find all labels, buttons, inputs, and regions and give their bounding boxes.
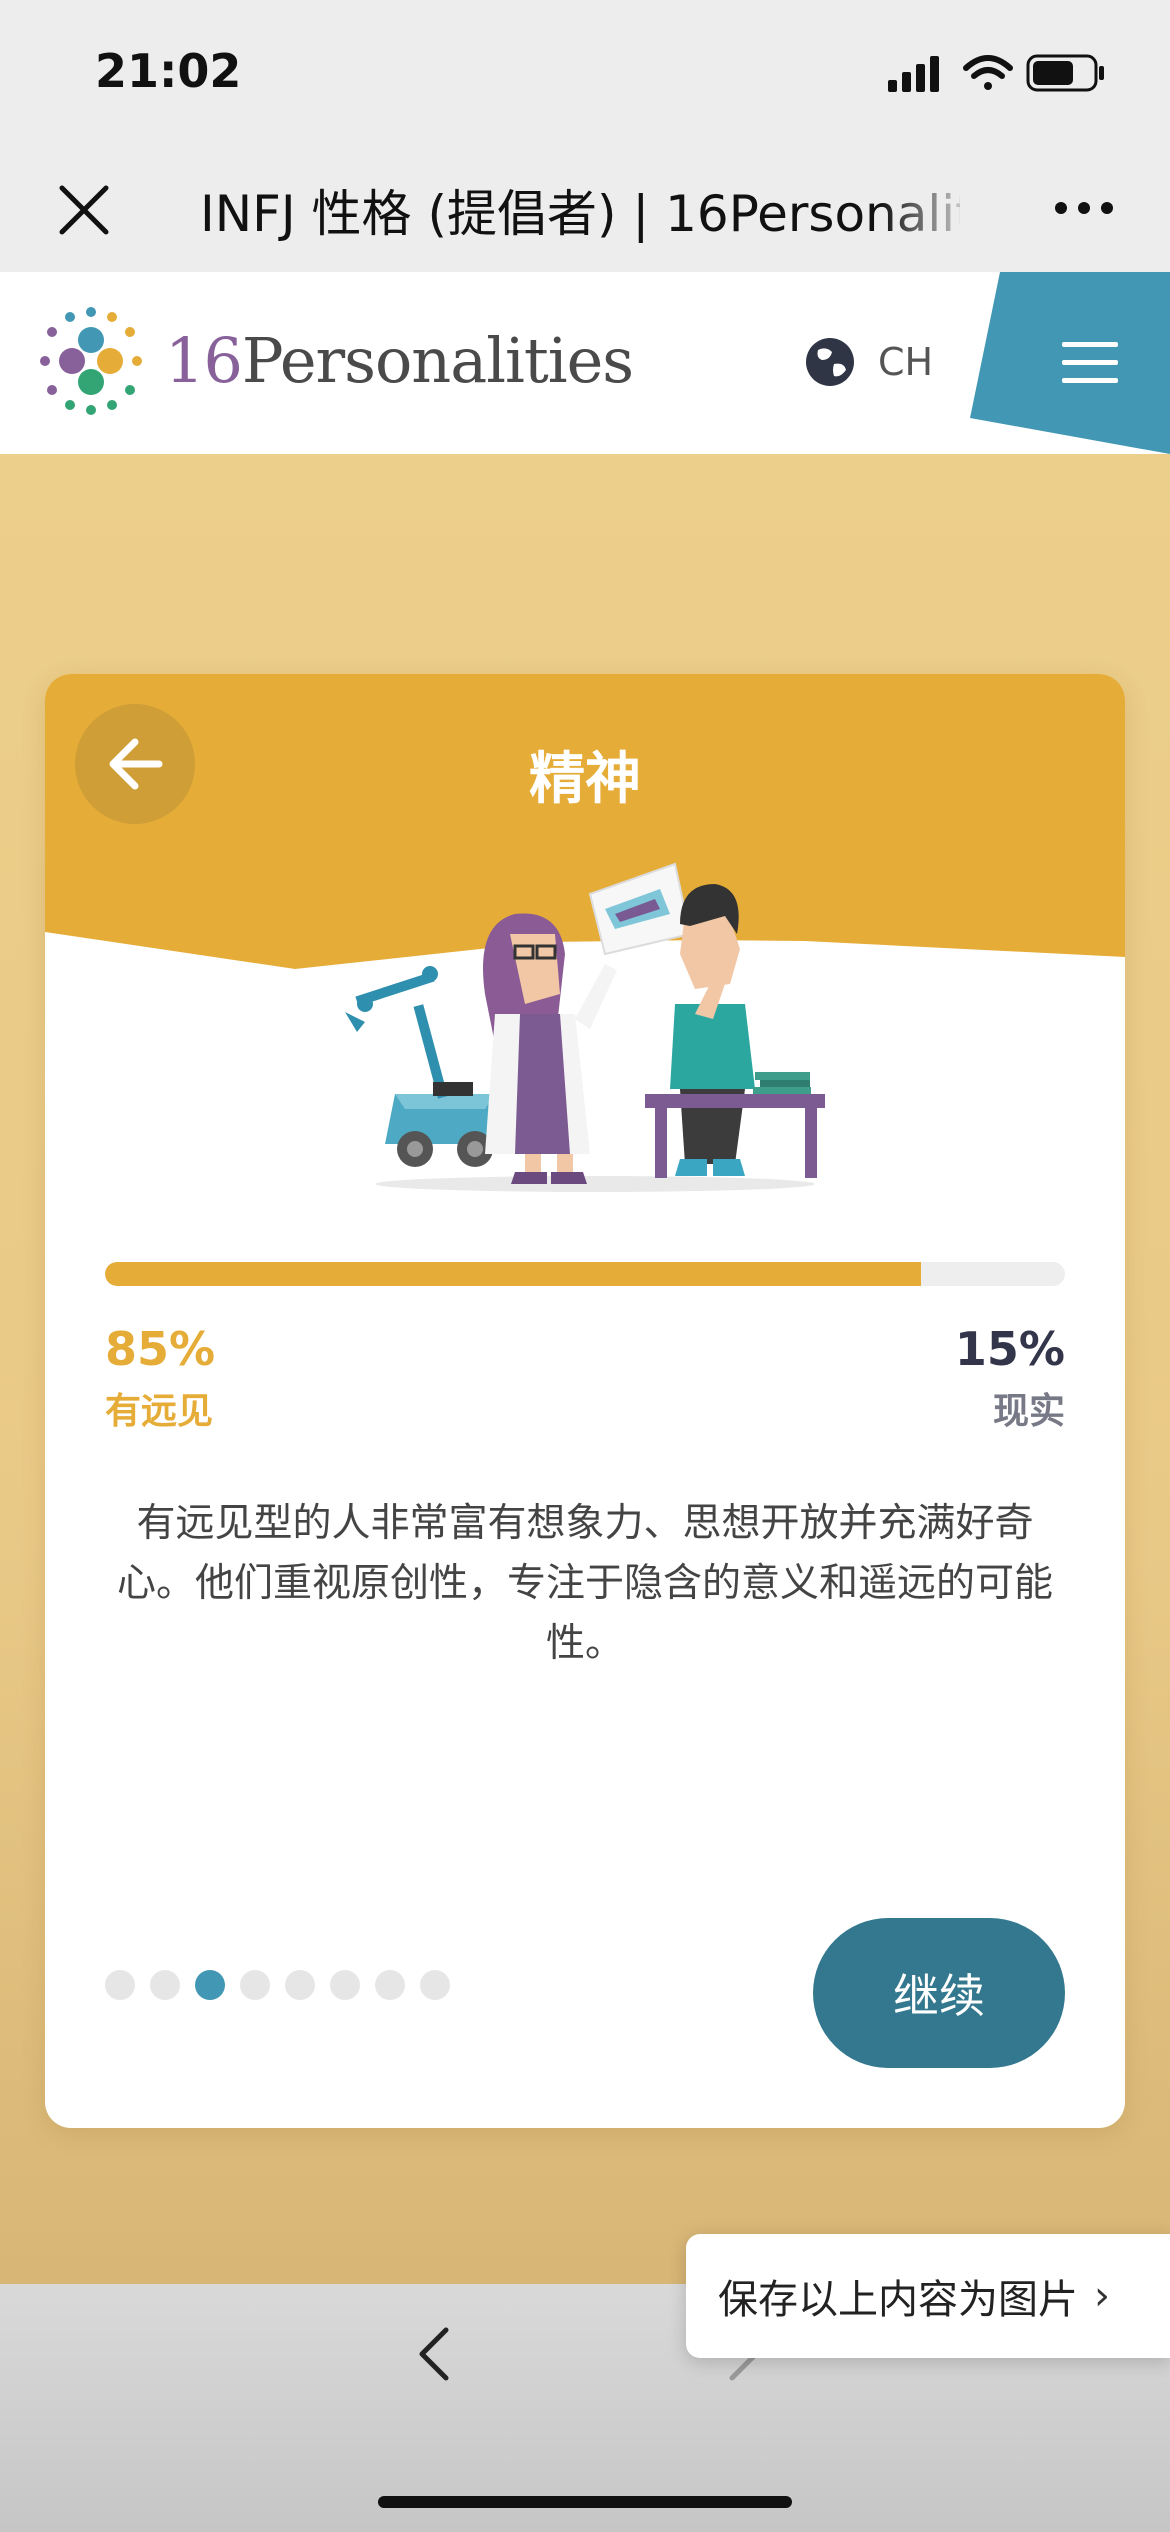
pagination-dot[interactable] — [375, 1970, 405, 2000]
browser-back-icon[interactable] — [412, 2324, 456, 2384]
save-as-image-label: 保存以上内容为图片 — [718, 2277, 1078, 2323]
logo-icon[interactable] — [32, 302, 150, 420]
pagination-dot[interactable] — [105, 1970, 135, 2000]
continue-button[interactable]: 继续 — [813, 1918, 1065, 2068]
left-trait-label: 有远见 — [105, 1391, 214, 1432]
pagination-dot[interactable] — [330, 1970, 360, 2000]
robot-cart-icon — [345, 966, 505, 1167]
globe-icon — [806, 338, 854, 386]
pagination-dot[interactable] — [195, 1970, 225, 2000]
site-header: 16Personalities CH — [0, 272, 1170, 456]
speech-bubble-icon — [588, 862, 692, 956]
card-title: 精神 — [529, 747, 641, 812]
battery-icon — [1026, 54, 1104, 92]
status-time: 21:02 — [95, 44, 242, 98]
pagination-dot[interactable] — [285, 1970, 315, 2000]
pagination-dot[interactable] — [150, 1970, 180, 2000]
browser-nav-bar: INFJ 性格 (提倡者) | 16Personalities — [0, 140, 1170, 272]
logo-text[interactable]: 16Personalities — [165, 324, 634, 397]
right-trait-percent: 15% — [954, 1322, 1065, 1376]
trait-description: 有远见型的人非常富有想象力、思想开放并充满好奇心。他们重视原创性，专注于隐含的意… — [116, 1501, 1053, 1666]
pagination-dot[interactable] — [240, 1970, 270, 2000]
left-trait-percent: 85% — [105, 1322, 216, 1376]
home-indicator — [378, 2496, 792, 2508]
page-title: INFJ 性格 (提倡者) | 16Personalities — [200, 185, 960, 243]
signal-icon — [888, 56, 939, 92]
title-fade — [880, 160, 980, 250]
trait-progress-fill — [105, 1262, 921, 1286]
language-selector[interactable]: CH — [804, 332, 933, 392]
wifi-icon — [963, 55, 1013, 90]
save-as-image-button[interactable]: 保存以上内容为图片 › — [686, 2234, 1170, 2358]
right-trait-label: 现实 — [992, 1391, 1065, 1432]
logo-number: 16 — [165, 324, 243, 397]
language-label: CH — [878, 340, 934, 384]
woman-scientist-icon — [483, 913, 617, 1184]
trait-card: 精神 85% 有远见 15% 现实 有远见型的人非常富有想象力、思想开放并充满好… — [45, 674, 1125, 2128]
status-bar: 21:02 — [0, 0, 1170, 140]
pagination-dots — [105, 1970, 450, 2000]
chevron-right-icon: › — [1094, 2273, 1110, 2319]
close-icon[interactable] — [52, 178, 116, 242]
hamburger-menu-icon[interactable] — [1062, 340, 1118, 386]
status-icons — [888, 54, 1104, 92]
scientists-illustration — [345, 862, 825, 1192]
trait-progress-bar — [105, 1262, 1065, 1286]
pagination-dot[interactable] — [420, 1970, 450, 2000]
more-icon[interactable] — [1054, 200, 1114, 216]
logo-word: Personalities — [241, 324, 634, 397]
